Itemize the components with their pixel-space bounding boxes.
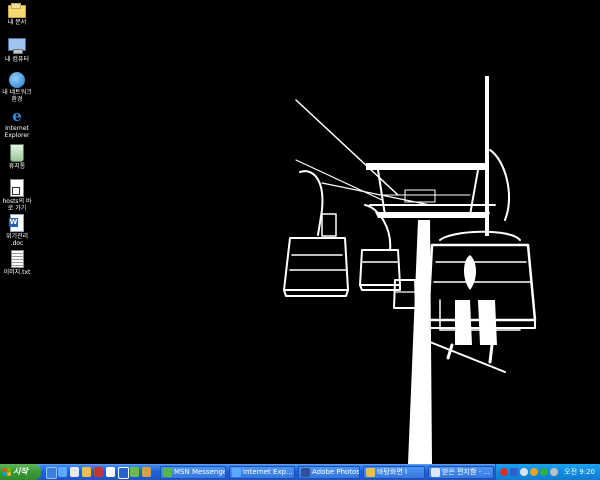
taskbar: 시작 MSN Messenger Internet Exp... Adobe P… bbox=[0, 464, 600, 480]
folder-icon bbox=[366, 468, 375, 477]
antivirus-tray-icon[interactable] bbox=[500, 468, 508, 476]
windows-flag-icon bbox=[3, 468, 11, 476]
start-button[interactable]: 시작 bbox=[0, 464, 41, 480]
desktop-icon-label: hosts의 바로 가기 bbox=[2, 198, 32, 212]
taskbar-button-inbox[interactable]: 받은 편지함 - ... bbox=[428, 466, 494, 479]
taskbar-button-label: 바탕화면 I bbox=[377, 468, 408, 476]
ie-icon bbox=[232, 468, 241, 477]
taskbar-button-desktop-folder[interactable]: 바탕화면 I bbox=[363, 466, 425, 479]
show-desktop-icon[interactable] bbox=[46, 467, 57, 479]
desktop-icon-label: 위기관리 .doc bbox=[5, 233, 29, 247]
desktop-icon-internet-explorer[interactable]: e Internet Explorer bbox=[0, 108, 34, 139]
ski-lift-wallpaper bbox=[283, 76, 537, 464]
desktop-icon-label: 내 문서 bbox=[7, 19, 27, 26]
taskbar-button-internet-explorer[interactable]: Internet Exp... bbox=[229, 466, 295, 479]
taskbar-button-label: MSN Messenger bbox=[174, 468, 226, 476]
folder-icon bbox=[8, 3, 26, 18]
word-doc-icon bbox=[9, 214, 24, 232]
start-label: 시작 bbox=[13, 467, 28, 476]
media-quick-icon[interactable] bbox=[118, 467, 129, 479]
desktop-icon-label: 내 네트워크 환경 bbox=[2, 89, 32, 103]
app-quick-icon[interactable] bbox=[94, 467, 103, 477]
desktop-icon-my-computer[interactable]: 내 컴퓨터 bbox=[0, 38, 34, 63]
explorer-quick-icon[interactable] bbox=[70, 467, 79, 477]
notepad-quick-icon[interactable] bbox=[106, 467, 115, 477]
messenger-tray-icon[interactable] bbox=[540, 468, 548, 476]
update-tray-icon[interactable] bbox=[530, 468, 538, 476]
system-tray: 오전 9:20 bbox=[495, 464, 600, 480]
desktop-icon-label: 휴지통 bbox=[8, 163, 26, 170]
desktop-icon-word-doc[interactable]: 위기관리 .doc bbox=[0, 214, 34, 247]
desktop-icon-label: 이미지.txt bbox=[3, 269, 31, 276]
text-file-icon bbox=[10, 250, 24, 268]
folder2-quick-icon[interactable] bbox=[142, 467, 151, 477]
desktop-icon-hosts-shortcut[interactable]: hosts의 바로 가기 bbox=[0, 179, 34, 212]
taskbar-button-msn[interactable]: MSN Messenger bbox=[160, 466, 226, 479]
folder-quick-icon[interactable] bbox=[82, 467, 91, 477]
network-tray-icon[interactable] bbox=[520, 468, 528, 476]
photoshop-icon bbox=[301, 468, 310, 477]
taskbar-button-photoshop[interactable]: Adobe Photos... bbox=[298, 466, 360, 479]
clock[interactable]: 오전 9:20 bbox=[564, 464, 595, 480]
taskbar-button-label: Adobe Photos... bbox=[312, 468, 360, 476]
desktop-icon-recycle-bin[interactable]: 휴지통 bbox=[0, 144, 34, 170]
computer-icon bbox=[8, 38, 26, 54]
tool-quick-icon[interactable] bbox=[130, 467, 139, 477]
ie-quick-icon[interactable] bbox=[58, 467, 67, 477]
recycle-bin-icon bbox=[10, 144, 24, 162]
desktop-icon-text-file[interactable]: 이미지.txt bbox=[0, 250, 34, 276]
desktop-icon-label: 내 컴퓨터 bbox=[5, 56, 29, 63]
desktop-icon-my-network[interactable]: 내 네트워크 환경 bbox=[0, 72, 34, 103]
desktop-icon-my-documents[interactable]: 내 문서 bbox=[0, 2, 34, 26]
desktop: 내 문서 내 컴퓨터 내 네트워크 환경 e Internet Explorer… bbox=[0, 0, 600, 464]
msn-icon bbox=[163, 468, 172, 477]
desktop-icon-label: Internet Explorer bbox=[4, 125, 30, 139]
ie-icon: e bbox=[12, 107, 22, 125]
network-icon bbox=[9, 72, 25, 88]
taskbar-button-label: Internet Exp... bbox=[243, 468, 293, 476]
mail-icon bbox=[431, 468, 440, 477]
ime-tray-icon[interactable] bbox=[510, 468, 518, 476]
volume-tray-icon[interactable] bbox=[550, 468, 558, 476]
shortcut-icon bbox=[10, 179, 24, 197]
taskbar-button-label: 받은 편지함 - ... bbox=[442, 468, 491, 476]
